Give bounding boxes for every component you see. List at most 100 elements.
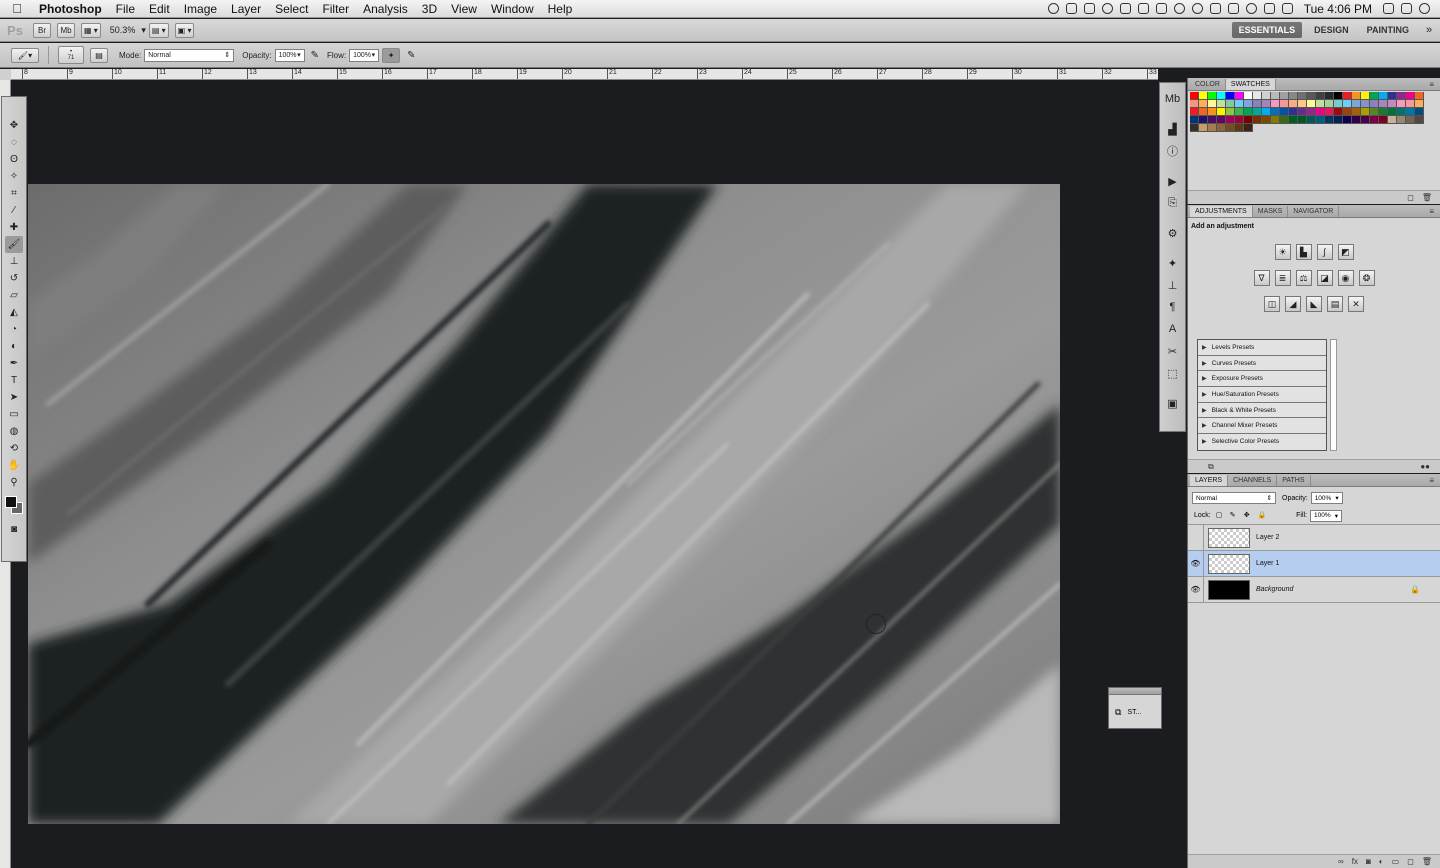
threshold-icon[interactable]: ◣ bbox=[1306, 296, 1322, 312]
color-swatch[interactable] bbox=[1352, 108, 1361, 116]
color-swatch[interactable] bbox=[1289, 92, 1298, 100]
color-swatch[interactable] bbox=[1415, 124, 1424, 132]
color-swatch[interactable] bbox=[1379, 100, 1388, 108]
color-swatch[interactable] bbox=[1343, 92, 1352, 100]
color-swatch[interactable] bbox=[1244, 116, 1253, 124]
menu-3d[interactable]: 3D bbox=[415, 2, 444, 16]
color-swatch[interactable] bbox=[1199, 124, 1208, 132]
color-swatch[interactable] bbox=[1388, 92, 1397, 100]
menubar-clock[interactable]: Tue 4:06 PM bbox=[1300, 2, 1376, 16]
color-swatch[interactable] bbox=[1226, 100, 1235, 108]
lasso-tool-icon[interactable]: ʘ bbox=[5, 151, 23, 168]
brush-presets-icon[interactable]: ✦ bbox=[1164, 253, 1182, 273]
menu-help[interactable]: Help bbox=[541, 2, 580, 16]
color-swatch[interactable] bbox=[1262, 124, 1271, 132]
apple-menu-icon[interactable]:  bbox=[0, 1, 34, 16]
mode-select[interactable]: Normal ⇕ bbox=[144, 48, 235, 62]
color-swatch[interactable] bbox=[1325, 100, 1334, 108]
curves-icon[interactable]: ∫ bbox=[1316, 244, 1333, 260]
preset-hue-saturation[interactable]: ▶ Hue/Saturation Presets bbox=[1198, 387, 1326, 403]
chevron-down-icon[interactable]: ▾ bbox=[141, 25, 146, 36]
color-swatch[interactable] bbox=[1289, 116, 1298, 124]
marquee-tool-icon[interactable]: ◌ bbox=[5, 134, 23, 151]
histogram-icon[interactable]: ▟ bbox=[1164, 119, 1182, 139]
flow-input[interactable]: 100% ▾ bbox=[349, 48, 380, 62]
color-swatch[interactable] bbox=[1325, 124, 1334, 132]
volume-icon[interactable] bbox=[1263, 3, 1275, 14]
camera-icon[interactable] bbox=[1065, 3, 1077, 14]
color-swatch[interactable] bbox=[1199, 116, 1208, 124]
color-swatch[interactable] bbox=[1271, 100, 1280, 108]
launch-bridge-button[interactable]: Br bbox=[33, 22, 51, 38]
brush-preset-picker[interactable]: • 71 bbox=[58, 46, 84, 64]
color-swatch[interactable] bbox=[1235, 116, 1244, 124]
color-swatch[interactable] bbox=[1208, 92, 1217, 100]
color-swatch[interactable] bbox=[1388, 100, 1397, 108]
color-swatch[interactable] bbox=[1415, 116, 1424, 124]
color-swatch[interactable] bbox=[1370, 108, 1379, 116]
preset-selective-color[interactable]: ▶ Selective Color Presets bbox=[1198, 434, 1326, 450]
color-swatch[interactable] bbox=[1226, 116, 1235, 124]
color-swatch[interactable] bbox=[1298, 100, 1307, 108]
horizontal-ruler[interactable]: 8 9 10 11 12 13 14 15 16 17 18 19 20 21 22 23 24 25 26 27 28… bbox=[11, 69, 1158, 80]
clone-source-icon[interactable]: ⊥ bbox=[1164, 275, 1182, 295]
posterize-icon[interactable]: ◢ bbox=[1285, 296, 1301, 312]
shield-icon[interactable] bbox=[1401, 3, 1412, 14]
color-swatch[interactable] bbox=[1397, 100, 1406, 108]
quick-mask-icon[interactable]: ◙ bbox=[5, 521, 23, 538]
exposure-icon[interactable]: ◩ bbox=[1337, 244, 1354, 260]
color-swatch[interactable] bbox=[1370, 92, 1379, 100]
menu-grid-icon[interactable] bbox=[1155, 3, 1167, 14]
color-swatch[interactable] bbox=[1280, 108, 1289, 116]
color-swatch[interactable] bbox=[1352, 116, 1361, 124]
move-tool-icon[interactable]: ✥ bbox=[5, 117, 23, 134]
color-swatch[interactable] bbox=[1226, 92, 1235, 100]
color-swatch[interactable] bbox=[1235, 108, 1244, 116]
menu-view[interactable]: View bbox=[444, 2, 484, 16]
color-swatch[interactable] bbox=[1190, 108, 1199, 116]
color-swatch[interactable] bbox=[1298, 116, 1307, 124]
fill-input[interactable]: 100% ▾ bbox=[1310, 509, 1342, 522]
color-swatch[interactable] bbox=[1217, 116, 1226, 124]
menu-filter[interactable]: Filter bbox=[315, 2, 356, 16]
launch-mini-bridge-button[interactable]: Mb bbox=[57, 22, 75, 38]
color-swatch[interactable] bbox=[1388, 124, 1397, 132]
color-swatch[interactable] bbox=[1379, 124, 1388, 132]
color-swatch[interactable] bbox=[1316, 100, 1325, 108]
color-swatch[interactable] bbox=[1217, 108, 1226, 116]
color-swatch[interactable] bbox=[1388, 116, 1397, 124]
color-swatch[interactable] bbox=[1406, 108, 1415, 116]
menu-layer[interactable]: Layer bbox=[224, 2, 268, 16]
info-icon[interactable]: ⓘ bbox=[1164, 141, 1182, 161]
color-swatch[interactable] bbox=[1370, 100, 1379, 108]
color-swatch[interactable] bbox=[1406, 116, 1415, 124]
3d-orbit-tool-icon[interactable]: ⟲ bbox=[5, 440, 23, 457]
add-mask-icon[interactable]: ◙ bbox=[1366, 857, 1371, 866]
bluetooth-icon[interactable] bbox=[1383, 3, 1394, 14]
workspace-design[interactable]: DESIGN bbox=[1305, 25, 1358, 35]
color-swatch[interactable] bbox=[1208, 116, 1217, 124]
pressure-size-icon[interactable]: ✎ bbox=[407, 50, 415, 61]
lock-position-icon[interactable]: ✥ bbox=[1244, 511, 1253, 520]
color-swatch[interactable] bbox=[1235, 92, 1244, 100]
preset-levels[interactable]: ▶ Levels Presets bbox=[1198, 340, 1326, 356]
workspace-essentials[interactable]: ESSENTIALS bbox=[1231, 22, 1303, 38]
layer-opacity-input[interactable]: 100% ▾ bbox=[1310, 492, 1343, 504]
color-swatch[interactable] bbox=[1244, 92, 1253, 100]
color-balance-icon[interactable]: ⚖ bbox=[1295, 270, 1312, 286]
color-swatch[interactable] bbox=[1253, 92, 1262, 100]
visibility-off-icon[interactable] bbox=[1188, 524, 1204, 551]
color-swatch[interactable] bbox=[1370, 116, 1379, 124]
color-swatch[interactable] bbox=[1415, 108, 1424, 116]
workspace-more-icon[interactable]: » bbox=[1418, 24, 1440, 36]
color-swatch[interactable] bbox=[1253, 116, 1262, 124]
tab-adjustments[interactable]: ADJUSTMENTS bbox=[1190, 206, 1253, 217]
layer-row-layer-1[interactable]: 👁 Layer 1 bbox=[1188, 550, 1440, 577]
opacity-input[interactable]: 100% ▾ bbox=[274, 48, 305, 62]
color-swatch[interactable] bbox=[1352, 124, 1361, 132]
tool-presets-icon[interactable]: ⚙ bbox=[1164, 223, 1182, 243]
color-swatch[interactable] bbox=[1352, 100, 1361, 108]
color-swatch[interactable] bbox=[1316, 124, 1325, 132]
gradient-map-icon[interactable]: ▤ bbox=[1327, 296, 1343, 312]
color-swatch[interactable] bbox=[1280, 92, 1289, 100]
